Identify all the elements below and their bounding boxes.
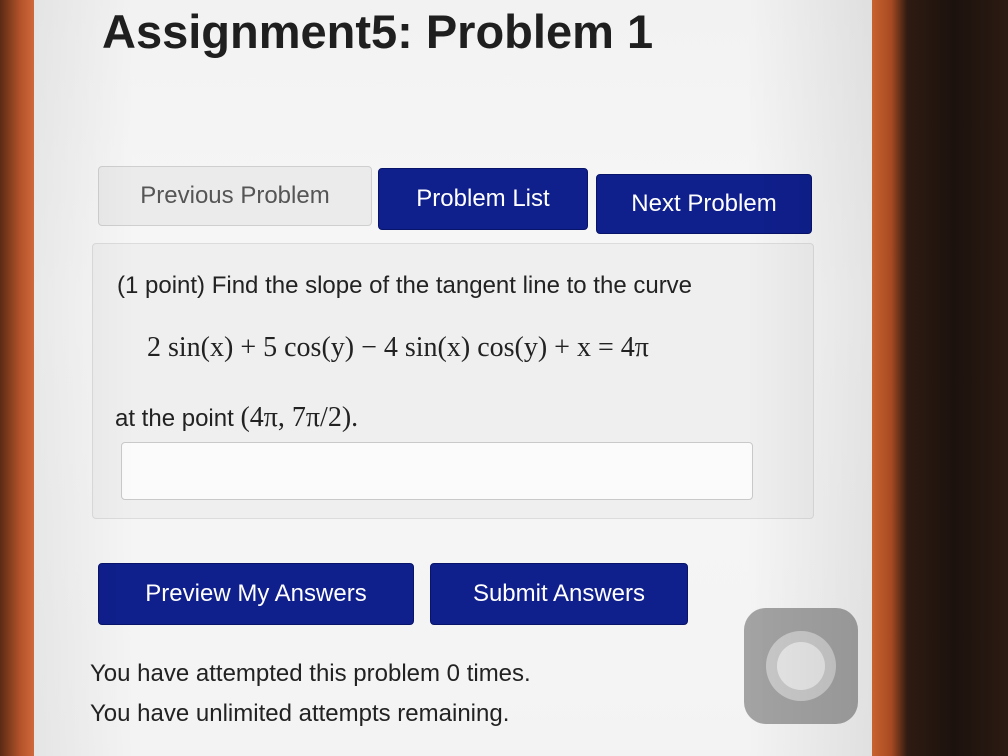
phone-frame-right [872,0,1008,756]
submit-answers-button[interactable]: Submit Answers [430,563,688,625]
next-problem-button[interactable]: Next Problem [596,174,812,234]
preview-answers-button[interactable]: Preview My Answers [98,563,414,625]
point-value: (4π, 7π/2). [240,402,359,433]
assistive-touch-icon[interactable] [744,608,858,724]
previous-problem-button[interactable]: Previous Problem [98,166,372,226]
point-prefix: at the point [115,405,234,432]
problem-equation: 2 sin(x) + 5 cos(y) − 4 sin(x) cos(y) + … [147,332,649,363]
problem-point: at the point (4π, 7π/2). [115,402,358,434]
problem-box: (1 point) Find the slope of the tangent … [92,243,814,519]
attempts-text: You have attempted this problem 0 times. [90,660,531,687]
assistive-touch-ring [766,631,836,701]
problem-list-button[interactable]: Problem List [378,168,588,230]
page-title: Assignment5: Problem 1 [102,5,654,58]
problem-intro: (1 point) Find the slope of the tangent … [117,272,693,299]
answer-input[interactable] [121,442,753,500]
remaining-attempts-text: You have unlimited attempts remaining. [90,700,510,727]
assistive-touch-dot [777,642,825,690]
phone-frame-left [0,0,34,756]
screen: Assignment5: Problem 1 Previous Problem … [34,0,872,756]
